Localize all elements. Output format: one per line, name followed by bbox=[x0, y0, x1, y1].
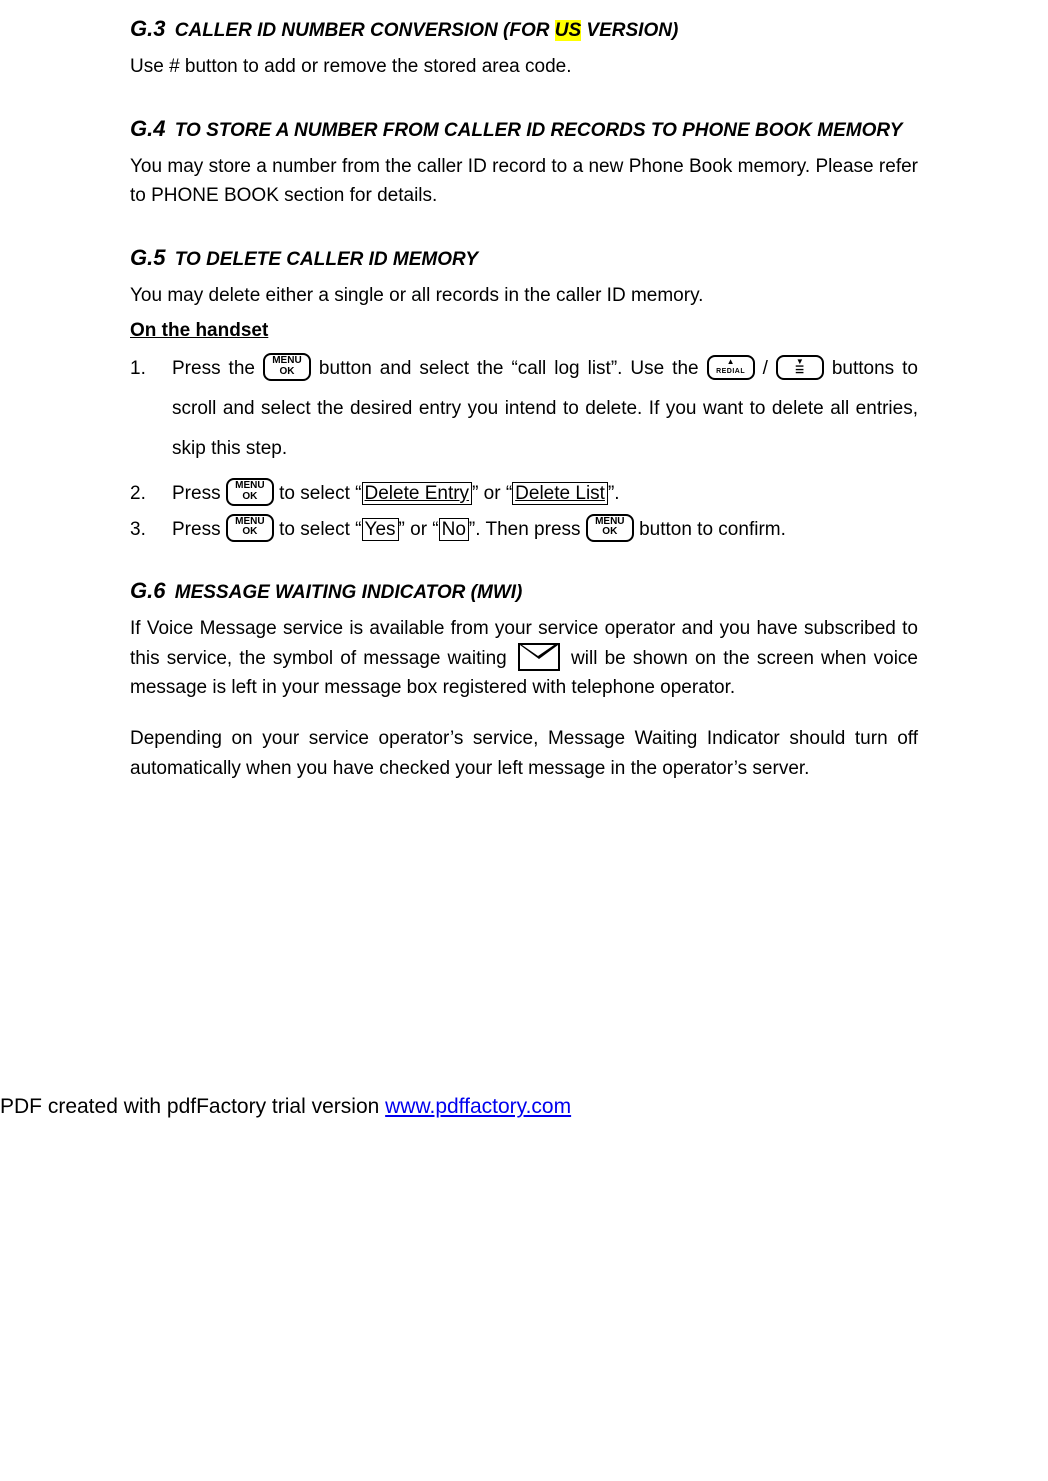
step-1: Press the MENUOK button and select the “… bbox=[130, 349, 918, 469]
option-delete-entry: Delete Entry bbox=[362, 482, 473, 505]
paragraph-g6-1: If Voice Message service is available fr… bbox=[130, 614, 918, 702]
option-no: No bbox=[439, 518, 469, 541]
menu-ok-button-icon: MENUOK bbox=[226, 514, 274, 542]
menu-ok-button-icon: MENUOK bbox=[263, 353, 311, 381]
pdf-footer: PDF created with pdfFactory trial versio… bbox=[0, 1083, 1048, 1136]
heading-number: G.4 bbox=[130, 116, 165, 141]
step-3: Press MENUOK to select “Yes” or “No”. Th… bbox=[130, 515, 918, 544]
section-g6: G.6 MESSAGE WAITING INDICATOR (MWI) If V… bbox=[130, 574, 918, 783]
body-g3: Use # button to add or remove the stored… bbox=[130, 52, 918, 81]
up-redial-button-icon: ▲REDIAL bbox=[707, 355, 755, 381]
highlight-us: US bbox=[555, 20, 581, 41]
body-g4: You may store a number from the caller I… bbox=[130, 152, 918, 211]
section-g5: G.5 TO DELETE CALLER ID MEMORY You may d… bbox=[130, 241, 918, 545]
menu-ok-button-icon: MENUOK bbox=[586, 514, 634, 542]
heading-number: G.3 bbox=[130, 16, 165, 41]
heading-g3: G.3 CALLER ID NUMBER CONVERSION (FOR US … bbox=[130, 12, 918, 46]
footer-link[interactable]: www.pdffactory.com bbox=[385, 1095, 571, 1118]
option-yes: Yes bbox=[362, 518, 399, 541]
subheading-handset: On the handset bbox=[130, 316, 918, 345]
steps-list: Press the MENUOK button and select the “… bbox=[130, 349, 918, 544]
option-delete-list: Delete List bbox=[512, 482, 608, 505]
heading-g5: G.5 TO DELETE CALLER ID MEMORY bbox=[130, 241, 918, 275]
menu-ok-button-icon: MENUOK bbox=[226, 478, 274, 506]
heading-title: TO STORE A NUMBER FROM CALLER ID RECORDS… bbox=[169, 120, 902, 141]
heading-g4: G.4 TO STORE A NUMBER FROM CALLER ID REC… bbox=[130, 112, 918, 146]
heading-number: G.6 bbox=[130, 578, 165, 603]
intro-g5: You may delete either a single or all re… bbox=[130, 281, 918, 310]
heading-g6: G.6 MESSAGE WAITING INDICATOR (MWI) bbox=[130, 574, 918, 608]
heading-title: CALLER ID NUMBER CONVERSION (FOR US VERS… bbox=[169, 20, 678, 41]
paragraph-g6-2: Depending on your service operator’s ser… bbox=[130, 724, 918, 783]
envelope-icon bbox=[518, 643, 560, 671]
heading-title: MESSAGE WAITING INDICATOR (MWI) bbox=[169, 582, 522, 603]
section-g4: G.4 TO STORE A NUMBER FROM CALLER ID REC… bbox=[130, 112, 918, 211]
step-2: Press MENUOK to select “Delete Entry” or… bbox=[130, 479, 918, 508]
section-g3: G.3 CALLER ID NUMBER CONVERSION (FOR US … bbox=[130, 12, 918, 82]
heading-title: TO DELETE CALLER ID MEMORY bbox=[169, 249, 478, 270]
down-button-icon: ▼☰ bbox=[776, 355, 824, 381]
heading-number: G.5 bbox=[130, 245, 165, 270]
footer-text: PDF created with pdfFactory trial versio… bbox=[0, 1095, 385, 1118]
